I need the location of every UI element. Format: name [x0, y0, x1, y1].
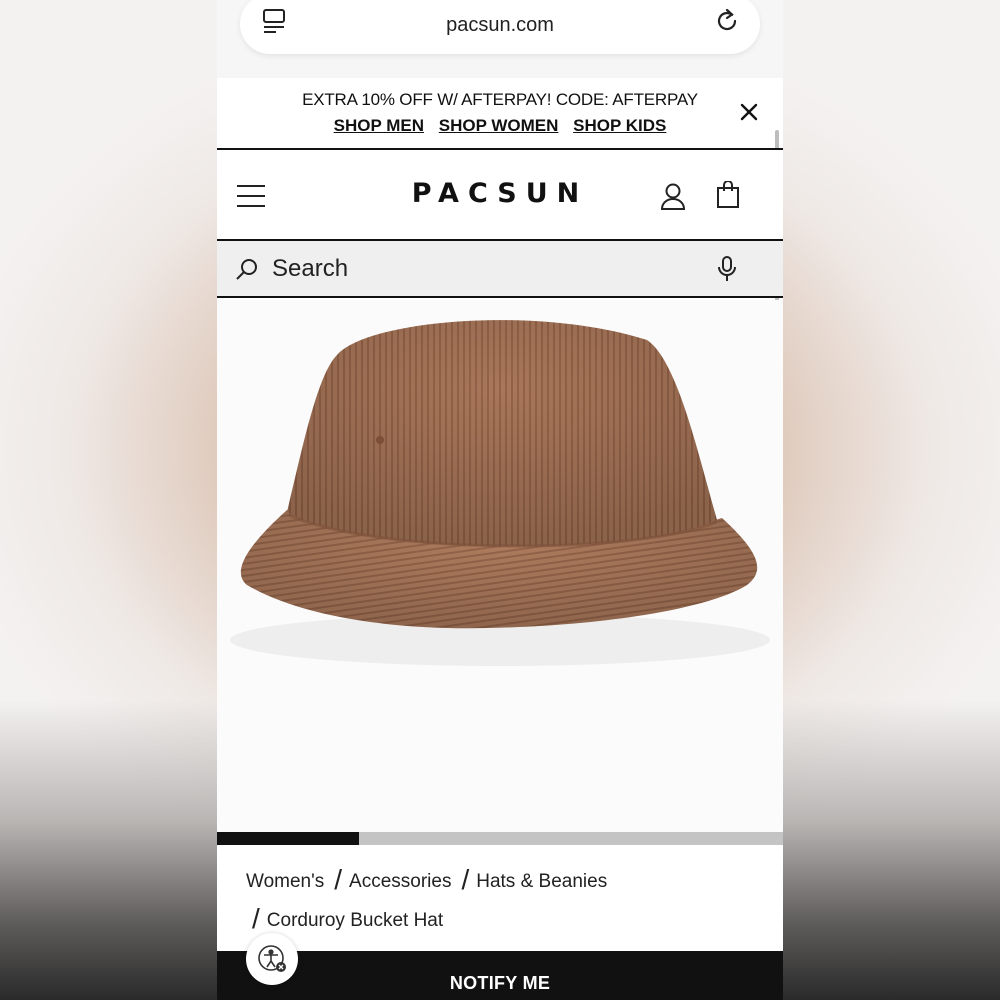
accessibility-icon: [258, 945, 286, 972]
product-image[interactable]: [217, 300, 783, 832]
bucket-hat-image: [230, 320, 770, 666]
account-icon[interactable]: [660, 182, 686, 210]
microphone-icon[interactable]: [717, 255, 737, 283]
site-header: PACSUN: [217, 148, 783, 241]
breadcrumb-accessories[interactable]: Accessories: [349, 871, 451, 892]
breadcrumb-separator: /: [461, 864, 470, 895]
search-input[interactable]: [272, 253, 692, 285]
breadcrumb-current: Corduroy Bucket Hat: [266, 910, 444, 931]
image-carousel-progress[interactable]: [217, 832, 783, 845]
breadcrumb-hats-beanies[interactable]: Hats & Beanies: [476, 871, 607, 892]
search-bar: [217, 241, 783, 298]
shop-women-link[interactable]: SHOP WOMEN: [439, 116, 559, 135]
reload-icon[interactable]: [714, 8, 740, 34]
promo-banner: EXTRA 10% OFF W/ AFTERPAY! CODE: AFTERPA…: [217, 78, 783, 148]
phone-screen: pacsun.com EXTRA 10% OFF W/ AFTERPAY! CO…: [217, 0, 783, 1000]
breadcrumb-separator: /: [334, 864, 343, 895]
close-icon[interactable]: [739, 102, 759, 122]
breadcrumb: Women's / Accessories / Hats & Beanies / Cord…: [246, 860, 766, 938]
shop-men-link[interactable]: SHOP MEN: [334, 116, 424, 135]
promo-text: EXTRA 10% OFF W/ AFTERPAY! CODE: AFTERPA…: [302, 90, 698, 109]
pacsun-logo[interactable]: PACSUN: [217, 178, 783, 209]
shop-kids-link[interactable]: SHOP KIDS: [573, 116, 666, 135]
url-text[interactable]: pacsun.com: [240, 14, 760, 37]
accessibility-button[interactable]: [246, 933, 298, 985]
breadcrumb-womens[interactable]: Women's: [246, 871, 324, 892]
promo-links: SHOP MEN SHOP WOMEN SHOP KIDS: [217, 116, 783, 136]
search-icon[interactable]: [235, 257, 259, 281]
breadcrumb-separator: /: [252, 903, 260, 934]
address-bar[interactable]: pacsun.com: [240, 0, 760, 54]
shopping-bag-icon[interactable]: [716, 180, 740, 209]
notify-me-button[interactable]: NOTIFY ME: [217, 951, 783, 1000]
carousel-progress-fill: [217, 832, 359, 845]
browser-toolbar: pacsun.com: [217, 0, 783, 78]
